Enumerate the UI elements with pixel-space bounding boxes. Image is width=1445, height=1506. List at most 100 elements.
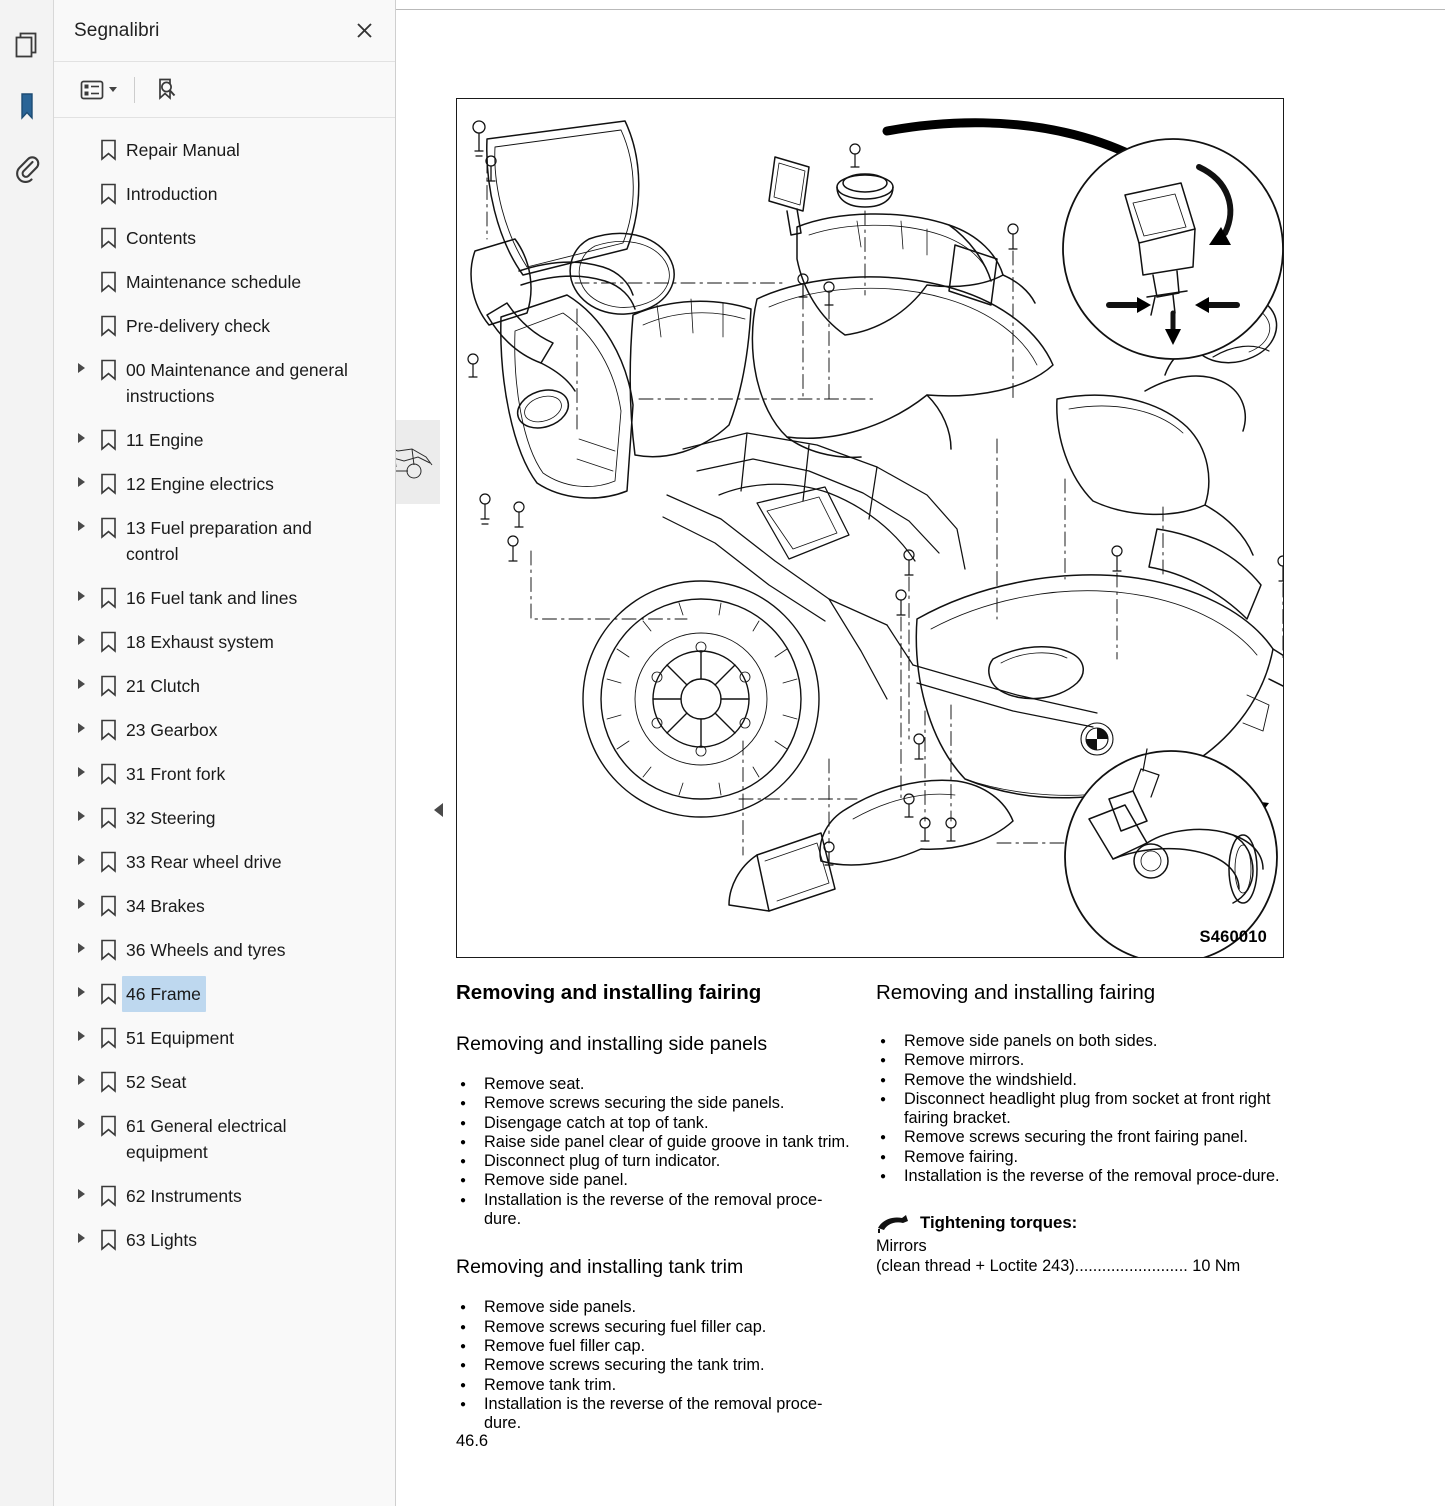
bookmark-item[interactable]: 16 Fuel tank and lines — [54, 576, 395, 620]
chevron-right-icon[interactable] — [68, 352, 94, 373]
procedure-step: Remove tank trim. — [456, 1376, 856, 1395]
procedure-step: Remove side panels. — [456, 1298, 856, 1317]
chevron-right-icon[interactable] — [68, 1222, 94, 1243]
bookmark-item[interactable]: 00 Maintenance and general instructions — [54, 348, 395, 418]
chevron-right-icon[interactable] — [68, 1178, 94, 1199]
bookmark-ribbon-icon — [94, 510, 122, 539]
bookmark-item[interactable]: 51 Equipment — [54, 1016, 395, 1060]
bookmark-item[interactable]: 12 Engine electrics — [54, 462, 395, 506]
toolbar-divider — [134, 77, 135, 103]
chevron-right-icon[interactable] — [68, 466, 94, 487]
bookmark-item[interactable]: Pre-delivery check — [54, 304, 395, 348]
bookmark-ribbon-icon — [94, 422, 122, 451]
bookmark-item-label: 46 Frame — [122, 976, 206, 1012]
chevron-right-icon[interactable] — [68, 1108, 94, 1129]
chevron-right-icon[interactable] — [68, 1064, 94, 1085]
bookmark-item[interactable]: 36 Wheels and tyres — [54, 928, 395, 972]
find-bookmark-button[interactable] — [148, 73, 184, 107]
bookmark-item-label: 13 Fuel preparation and control — [122, 510, 358, 572]
bookmark-item[interactable]: 18 Exhaust system — [54, 620, 395, 664]
procedure-step: Installation is the reverse of the remov… — [456, 1395, 856, 1434]
bookmark-icon[interactable] — [9, 88, 45, 124]
bookmark-item[interactable]: 13 Fuel preparation and control — [54, 506, 395, 576]
chevron-right-icon[interactable] — [68, 844, 94, 865]
bookmark-item[interactable]: Repair Manual — [54, 128, 395, 172]
bookmark-item[interactable]: 32 Steering — [54, 796, 395, 840]
bookmark-item-label: 63 Lights — [122, 1222, 202, 1258]
bookmark-item[interactable]: 63 Lights — [54, 1218, 395, 1262]
bookmark-item[interactable]: 52 Seat — [54, 1060, 395, 1104]
bookmark-item-label: 16 Fuel tank and lines — [122, 580, 302, 616]
chevron-right-icon[interactable] — [68, 756, 94, 777]
bookmark-item[interactable]: 34 Brakes — [54, 884, 395, 928]
list-options-button[interactable] — [74, 73, 121, 107]
sidebar-collapse-handle[interactable] — [428, 790, 448, 830]
bookmark-item[interactable]: 61 General electrical equipment — [54, 1104, 395, 1174]
bookmark-item-label: 11 Engine — [122, 422, 209, 458]
chevron-right-icon[interactable] — [68, 580, 94, 601]
chevron-right-icon[interactable] — [68, 510, 94, 531]
procedure-step: Remove side panels on both sides. — [876, 1032, 1284, 1051]
bookmark-item-label: 33 Rear wheel drive — [122, 844, 287, 880]
chevron-right-icon[interactable] — [68, 712, 94, 733]
bookmark-ribbon-icon — [94, 932, 122, 961]
bookmark-item-label: 23 Gearbox — [122, 712, 222, 748]
bookmark-item[interactable]: 11 Engine — [54, 418, 395, 462]
tank-trim-subheading: Removing and installing tank trim — [456, 1255, 856, 1280]
procedure-step: Installation is the reverse of the remov… — [876, 1167, 1284, 1186]
torque-subject: Mirrors — [876, 1236, 1284, 1256]
bookmark-ribbon-icon — [94, 844, 122, 873]
procedure-step: Remove seat. — [456, 1075, 856, 1094]
tightening-torques-label: Tightening torques: — [920, 1213, 1077, 1233]
close-icon[interactable] — [351, 18, 377, 44]
chevron-right-icon[interactable] — [68, 800, 94, 821]
bookmark-item[interactable]: 46 Frame — [54, 972, 395, 1016]
torque-spec: (clean thread + Loctite 243)............… — [876, 1256, 1284, 1276]
chevron-right-icon[interactable] — [68, 888, 94, 909]
page-thumbnail-preview[interactable] — [396, 420, 440, 504]
figure-code: S460010 — [1200, 928, 1267, 947]
bookmark-ribbon-icon — [94, 976, 122, 1005]
bookmark-ribbon-icon — [94, 352, 122, 381]
bookmark-item-label: 61 General electrical equipment — [122, 1108, 358, 1170]
bookmark-item[interactable]: 62 Instruments — [54, 1174, 395, 1218]
chevron-right-icon[interactable] — [68, 976, 94, 997]
chevron-right-icon[interactable] — [68, 932, 94, 953]
bookmark-ribbon-icon — [94, 132, 122, 161]
bookmark-tree[interactable]: Repair Manual Introduction ContentsMainten… — [54, 118, 395, 1506]
bookmark-item-label: 34 Brakes — [122, 888, 210, 924]
page-number: 46.6 — [456, 1432, 488, 1451]
chevron-right-icon[interactable] — [68, 422, 94, 443]
bookmark-item[interactable]: Introduction — [54, 172, 395, 216]
chevron-right-icon[interactable] — [68, 1020, 94, 1041]
bookmark-item-label: Introduction — [122, 176, 222, 212]
bookmark-item[interactable]: Contents — [54, 216, 395, 260]
side-panels-subheading: Removing and installing side panels — [456, 1032, 856, 1057]
fairing-steps: Remove side panels on both sides.Remove … — [876, 1032, 1284, 1186]
chevron-down-icon — [109, 87, 117, 92]
bookmark-ribbon-icon — [94, 176, 122, 205]
pages-thumbnail-icon[interactable] — [9, 26, 45, 62]
bookmark-item[interactable]: 33 Rear wheel drive — [54, 840, 395, 884]
bookmark-item-label: 21 Clutch — [122, 668, 205, 704]
chevron-right-icon[interactable] — [68, 668, 94, 689]
procedure-step: Remove mirrors. — [876, 1051, 1284, 1070]
bookmark-ribbon-icon — [94, 800, 122, 829]
chevron-right-icon[interactable] — [68, 624, 94, 645]
fairing-exploded-diagram: S460010 — [456, 98, 1284, 958]
bookmarks-panel-title: Segnalibri — [74, 20, 351, 42]
bookmarks-panel-header: Segnalibri — [54, 0, 395, 62]
procedure-step: Raise side panel clear of guide groove i… — [456, 1133, 856, 1152]
side-panels-steps: Remove seat.Remove screws securing the s… — [456, 1075, 856, 1229]
attachment-paperclip-icon[interactable] — [9, 150, 45, 186]
bookmark-item-label: 52 Seat — [122, 1064, 191, 1100]
bookmark-item[interactable]: 21 Clutch — [54, 664, 395, 708]
bookmarks-toolbar — [54, 62, 395, 118]
bookmark-item[interactable]: Maintenance schedule — [54, 260, 395, 304]
bookmark-item-label: 00 Maintenance and general instructions — [122, 352, 358, 414]
bookmark-item[interactable]: 31 Front fork — [54, 752, 395, 796]
bookmark-item[interactable]: 23 Gearbox — [54, 708, 395, 752]
left-column-heading: Removing and installing fairing — [456, 980, 856, 1006]
document-page: S460010 Removing and installing fairing … — [454, 12, 1445, 1494]
procedure-step: Remove fuel filler cap. — [456, 1337, 856, 1356]
